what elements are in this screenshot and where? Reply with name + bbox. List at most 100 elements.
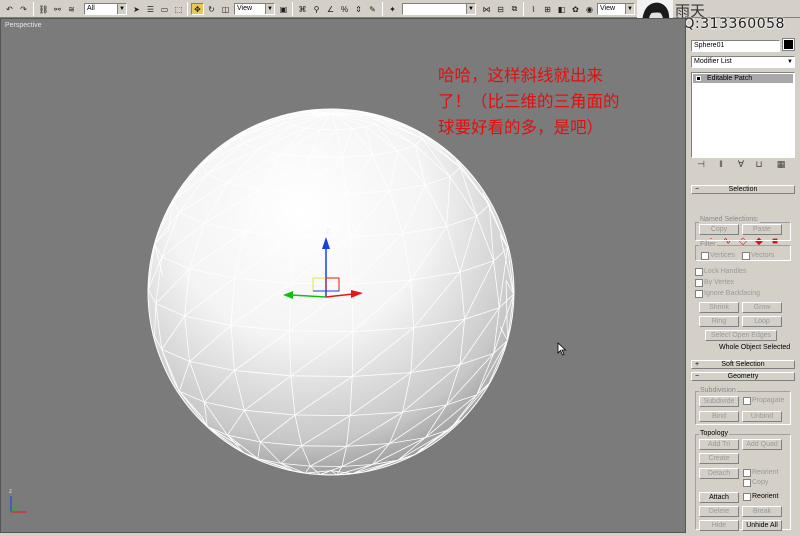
hide-button[interactable]: Hide	[699, 520, 739, 531]
rectangular-selection-icon[interactable]: ▭	[158, 3, 171, 15]
stack-item-label: Editable Patch	[707, 75, 753, 82]
align-icon[interactable]: ⊟	[494, 3, 507, 15]
detach-reorient-checkbox[interactable]: Reorient	[743, 469, 778, 477]
bind-space-warp-icon[interactable]: ≋	[65, 3, 78, 15]
chevron-down-icon: ▼	[265, 4, 274, 14]
select-by-name-icon[interactable]: ☰	[144, 3, 157, 15]
material-editor-icon[interactable]: ◧	[555, 3, 568, 15]
mirror-icon[interactable]: ⋈	[480, 3, 493, 15]
select-open-edges-button[interactable]: Select Open Edges	[705, 330, 777, 341]
propagate-checkbox[interactable]: Propagate	[743, 397, 784, 405]
world-z-label: z	[9, 489, 12, 495]
detach-button[interactable]: Detach	[699, 468, 739, 479]
expand-box-icon	[696, 76, 701, 81]
select-and-scale-icon[interactable]: ◫	[219, 3, 232, 15]
selection-status-text: Whole Object Selected	[719, 344, 791, 351]
render-icon[interactable]: ◉	[583, 3, 596, 15]
create-button[interactable]: Create	[699, 453, 739, 464]
gizmo-z-label: z	[326, 228, 330, 235]
object-color-swatch[interactable]	[782, 38, 795, 51]
filter-vertices-checkbox[interactable]: Vertices	[701, 252, 735, 260]
bind-button[interactable]: Bind	[699, 411, 739, 422]
schematic-view-icon[interactable]: ⊞	[541, 3, 554, 15]
geometry-rollout-header[interactable]: − Geometry	[691, 372, 795, 381]
show-end-result-icon[interactable]: ‖	[714, 158, 728, 170]
chevron-down-icon: ▼	[625, 4, 634, 14]
command-panel: Sphere01 Modifier List ▼ Editable Patch …	[688, 34, 800, 536]
note-line-3: 球要好看的多，是吧）	[438, 118, 603, 137]
loop-button[interactable]: Loop	[742, 316, 782, 327]
soft-selection-rollout-header[interactable]: + Soft Selection	[691, 360, 795, 369]
select-link-icon[interactable]: ⛓	[37, 3, 50, 15]
paste-selection-button[interactable]: Paste	[742, 224, 782, 235]
collapse-icon: −	[695, 186, 700, 193]
add-tri-button[interactable]: Add Tri	[699, 439, 739, 450]
modifier-list-dropdown[interactable]: Modifier List ▼	[691, 56, 795, 68]
add-quad-button[interactable]: Add Quad	[742, 439, 782, 450]
grow-button[interactable]: Grow	[742, 302, 782, 313]
angle-snap-icon[interactable]: ∠	[324, 3, 337, 15]
geometry-rollout-title: Geometry	[727, 373, 759, 380]
delete-button[interactable]: Delete	[699, 506, 739, 517]
stack-item-editable-patch[interactable]: Editable Patch	[693, 74, 793, 83]
expand-icon: +	[695, 361, 700, 368]
snap-toggle-icon[interactable]: ⚲	[310, 3, 323, 15]
lock-handles-checkbox[interactable]: Lock Handles	[695, 268, 746, 276]
viewport-label[interactable]: Perspective	[5, 22, 42, 29]
redo-icon[interactable]: ↷	[17, 3, 30, 15]
chevron-down-icon: ▼	[117, 4, 126, 14]
ring-button[interactable]: Ring	[699, 316, 739, 327]
attach-button[interactable]: Attach	[699, 492, 739, 503]
reference-coordinate-value: View	[237, 5, 253, 12]
watermark-qq: QQ:313360058	[672, 16, 785, 32]
subdivision-label: Subdivision	[699, 387, 737, 394]
object-name-field[interactable]: Sphere01	[691, 40, 780, 52]
layer-manager-icon[interactable]: ⧉	[508, 3, 521, 15]
selection-rollout-header[interactable]: − Selection	[691, 185, 795, 194]
select-and-rotate-icon[interactable]: ↻	[205, 3, 218, 15]
render-type-dropdown[interactable]: View ▼	[597, 3, 635, 15]
undo-icon[interactable]: ↶	[3, 3, 16, 15]
select-object-icon[interactable]: ➤	[130, 3, 143, 15]
reference-coordinate-dropdown[interactable]: View ▼	[234, 3, 275, 15]
collapse-icon: −	[695, 373, 700, 380]
render-setup-icon[interactable]: ✿	[569, 3, 582, 15]
configure-sets-icon[interactable]: ▦	[774, 158, 788, 170]
detach-copy-checkbox[interactable]: Copy	[743, 479, 768, 487]
selection-filter-value: All	[87, 5, 95, 12]
perspective-viewport[interactable]: z z Perspective 哈哈，这样斜线就出来 了！（比三维的三角面的 球…	[0, 18, 686, 533]
modifier-stack[interactable]: Editable Patch	[691, 72, 795, 158]
chevron-down-icon: ▼	[787, 59, 793, 65]
named-selection-icon[interactable]: ✦	[386, 3, 399, 15]
percent-snap-icon[interactable]: %	[338, 3, 351, 15]
pivot-center-icon[interactable]: ▣	[277, 3, 290, 15]
copy-selection-button[interactable]: Copy	[699, 224, 739, 235]
named-selection-dropdown[interactable]: ▼	[402, 3, 476, 15]
shrink-button[interactable]: Shrink	[699, 302, 739, 313]
attach-reorient-checkbox[interactable]: Reorient	[743, 493, 778, 501]
remove-modifier-icon[interactable]: ⊔	[752, 158, 766, 170]
break-button[interactable]: Break	[742, 506, 782, 517]
select-manipulate-icon[interactable]: ⌘	[296, 3, 309, 15]
by-vertex-checkbox[interactable]: By Vertex	[695, 279, 734, 287]
make-unique-icon[interactable]: ∀	[734, 158, 748, 170]
edit-named-selection-icon[interactable]: ✎	[366, 3, 379, 15]
selection-rollout-title: Selection	[728, 186, 758, 193]
chevron-down-icon: ▼	[466, 4, 475, 14]
topology-label: Topology	[699, 430, 730, 437]
window-crossing-icon[interactable]: ⬚	[172, 3, 185, 15]
filter-vectors-checkbox[interactable]: Vectors	[742, 252, 774, 260]
pin-stack-icon[interactable]: ⊣	[694, 158, 708, 170]
spinner-snap-icon[interactable]: ⇕	[352, 3, 365, 15]
unbind-button[interactable]: Unbind	[742, 411, 782, 422]
subdivide-button[interactable]: Subdivide	[699, 396, 739, 407]
unlink-icon[interactable]: ⚯	[51, 3, 64, 15]
curve-editor-icon[interactable]: ⌇	[527, 3, 540, 15]
ignore-backfacing-checkbox[interactable]: Ignore Backfacing	[695, 290, 760, 298]
selection-filter-dropdown[interactable]: All ▼	[84, 3, 127, 15]
unhide-all-button[interactable]: Unhide All	[742, 520, 782, 531]
toolbar-separator	[523, 2, 524, 16]
toolbar-separator	[33, 2, 34, 16]
named-selections-label: Named Selections:	[699, 216, 760, 223]
select-and-move-icon[interactable]: ✥	[191, 3, 204, 15]
